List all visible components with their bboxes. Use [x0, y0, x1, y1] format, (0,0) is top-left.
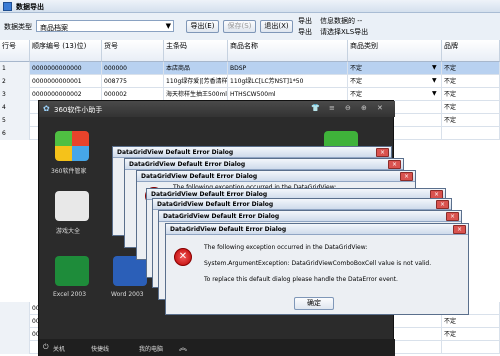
hint-info: 信息数据的 --: [320, 17, 363, 25]
chevron-down-icon: ▼: [165, 22, 171, 30]
error-dialog-caption: DataGridView Default Error Dialog: [113, 147, 391, 158]
table-cell-brand[interactable]: 不定: [442, 62, 500, 75]
menu-icon[interactable]: ≡: [329, 104, 335, 112]
app-icon: [3, 2, 12, 11]
gear-icon: ✿: [43, 104, 50, 113]
chevron-down-icon[interactable]: ▼: [432, 77, 437, 84]
header-code[interactable]: 货号: [102, 40, 164, 62]
table-cell-code[interactable]: 008775: [102, 75, 164, 88]
helper-360-title: 360软件小助手: [54, 106, 103, 114]
minimize-icon[interactable]: ⊖: [345, 104, 351, 112]
error-dialog-caption: DataGridView Default Error Dialog: [125, 159, 403, 170]
table-cell-n[interactable]: 3: [0, 88, 30, 101]
table-cell-n[interactable]: [0, 302, 30, 315]
tile-label-word: Word 2003: [111, 291, 144, 298]
table-cell-n[interactable]: 6: [0, 127, 30, 140]
table-cell-barcode[interactable]: 110g绿存爱|[芳香清样]: [164, 75, 228, 88]
table-cell-n[interactable]: 5: [0, 114, 30, 127]
header-category[interactable]: 商品类别: [348, 40, 442, 62]
table-row[interactable]: 1 0000000000000 000000 本店商品 BDSP 不定 ▼ 不定: [0, 62, 500, 75]
app-store-icon[interactable]: [55, 131, 89, 161]
close-icon[interactable]: ×: [446, 212, 459, 221]
header-barcode[interactable]: 主条码: [164, 40, 228, 62]
my-computer-label[interactable]: 我的电脑: [139, 344, 163, 353]
close-icon[interactable]: ×: [376, 148, 389, 157]
table-cell-n[interactable]: 4: [0, 101, 30, 114]
close-icon[interactable]: ×: [400, 172, 413, 181]
shutdown-label[interactable]: 关机: [53, 344, 65, 353]
close-icon[interactable]: ✕: [377, 104, 383, 112]
close-icon[interactable]: ×: [436, 200, 449, 209]
table-cell-brand[interactable]: [442, 341, 500, 354]
error-dialog-caption: DataGridView Default Error Dialog: [166, 224, 468, 235]
error-dialog: DataGridView Default Error Dialog × ✕ Th…: [165, 223, 469, 315]
chevron-down-icon[interactable]: ▼: [432, 64, 437, 71]
collapse-icon[interactable]: ︽: [179, 342, 187, 353]
table-cell-barcode[interactable]: 本店商品: [164, 62, 228, 75]
table-cell-code[interactable]: 000000: [102, 62, 164, 75]
title-bar: 数据导出: [0, 0, 500, 13]
header-seq[interactable]: 顺序编号 (13)位): [30, 40, 102, 62]
header-row-number[interactable]: 行号: [0, 40, 30, 62]
error-line-1: The following exception occurred in the …: [204, 244, 368, 251]
table-cell-n[interactable]: 2: [0, 75, 30, 88]
table-cell-name[interactable]: 110g绿LC[LC芳NST]1*50: [228, 75, 348, 88]
data-type-value: 商品档案: [40, 24, 68, 32]
shortcut-label[interactable]: 快捷线: [91, 344, 109, 353]
table-cell-brand[interactable]: 不定: [442, 101, 500, 114]
helper-360-titlebar: ✿ 360软件小助手 👕 ≡ ⊖ ⊕ ✕: [39, 101, 395, 117]
tile-label-store: 360软件管家: [51, 168, 87, 175]
tile-label-games: 游戏大全: [56, 228, 81, 235]
add-icon[interactable]: ⊕: [361, 104, 367, 112]
table-cell-n[interactable]: [0, 328, 30, 341]
table-cell-brand[interactable]: 不定: [442, 114, 500, 127]
table-cell-brand[interactable]: 不定: [442, 88, 500, 101]
hint-export-2: 导出: [298, 28, 312, 36]
save-button[interactable]: 保存(S): [223, 20, 256, 33]
close-icon[interactable]: ×: [453, 225, 466, 234]
table-cell-seq[interactable]: 0000000000001: [30, 75, 102, 88]
gamepad-icon[interactable]: [55, 191, 89, 221]
close-icon[interactable]: ×: [388, 160, 401, 169]
word-icon[interactable]: [113, 256, 147, 286]
window-title: 数据导出: [16, 3, 44, 11]
table-cell-cat[interactable]: 不定: [348, 75, 442, 88]
table-cell-name[interactable]: BDSP: [228, 62, 348, 75]
table-row[interactable]: 2 0000000000001 008775 110g绿存爱|[芳香清样] 110g绿L…: [0, 75, 500, 88]
header-brand[interactable]: 品牌: [442, 40, 500, 62]
data-type-select[interactable]: 商品档案 ▼: [36, 20, 174, 32]
table-cell-seq[interactable]: 0000000000000: [30, 62, 102, 75]
chevron-down-icon[interactable]: ▼: [432, 90, 437, 97]
toolbar: 数据类型 商品档案 ▼ 导出(E) 保存(S) 退出(X) 导出 信息数据的 -…: [0, 13, 500, 40]
power-icon[interactable]: ⏻: [43, 343, 49, 352]
table-cell-brand[interactable]: 不定: [442, 315, 500, 328]
excel-icon[interactable]: [55, 256, 89, 286]
error-dialog-caption: DataGridView Default Error Dialog: [159, 211, 461, 222]
error-icon: ✕: [174, 248, 192, 266]
table-cell-n[interactable]: 1: [0, 62, 30, 75]
hint-export: 导出: [298, 17, 312, 25]
error-dialog-caption: DataGridView Default Error Dialog: [153, 199, 451, 210]
table-cell-n[interactable]: [0, 341, 30, 354]
tile-label-excel: Excel 2003: [53, 291, 87, 298]
data-type-label: 数据类型: [4, 23, 32, 31]
table-cell-n[interactable]: [0, 315, 30, 328]
error-line-3: To replace this default dialog please ha…: [204, 276, 398, 283]
exit-button[interactable]: 退出(X): [260, 20, 293, 33]
export-button[interactable]: 导出(E): [186, 20, 219, 33]
table-cell-brand[interactable]: 不定: [442, 328, 500, 341]
table-cell-cat[interactable]: 不定: [348, 62, 442, 75]
error-dialog-caption: DataGridView Default Error Dialog: [137, 171, 415, 182]
hint-select: 请选择XLS导出: [320, 28, 369, 36]
helper-360-bottombar: ⏻ 关机 快捷线 我的电脑 ︽: [39, 339, 395, 356]
table-cell-brand[interactable]: 不定: [442, 75, 500, 88]
header-name[interactable]: 商品名称: [228, 40, 348, 62]
table-cell-brand[interactable]: [442, 127, 500, 140]
ok-button[interactable]: 确定: [294, 297, 334, 310]
shirt-icon[interactable]: 👕: [311, 104, 320, 112]
error-line-2: System.ArgumentException: DataGridViewCo…: [204, 260, 432, 267]
